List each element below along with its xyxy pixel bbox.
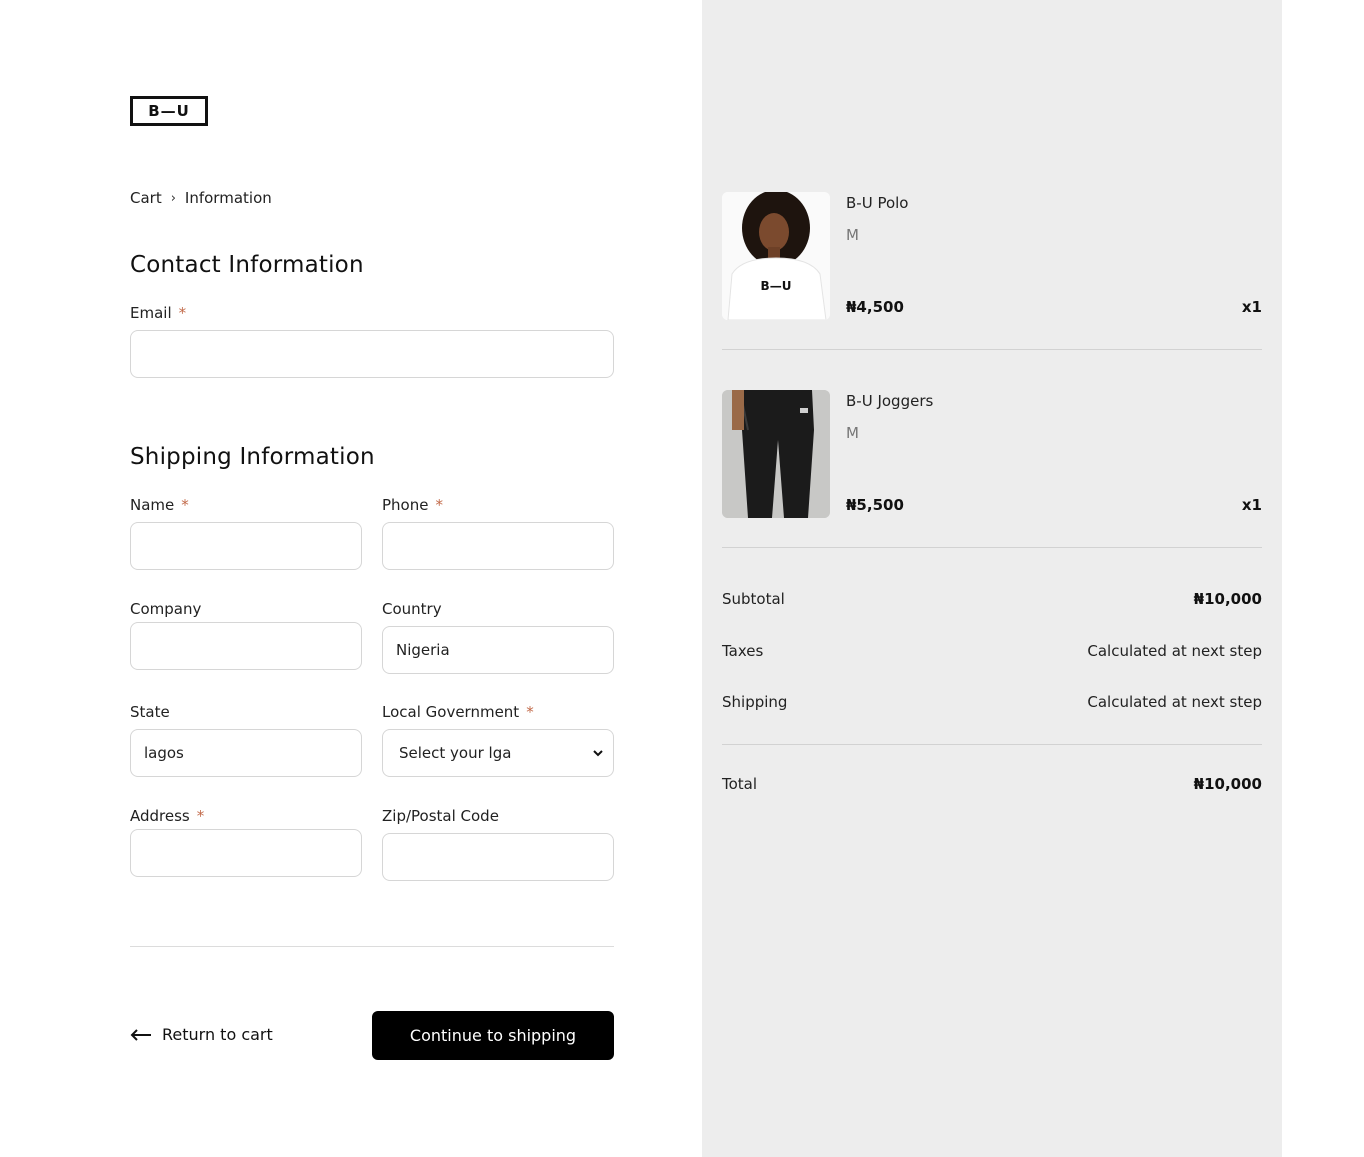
cart-item-qty: x1: [1241, 496, 1262, 514]
shipping-value: Calculated at next step: [1087, 693, 1262, 711]
checkout-form-panel: B—U Cart › Information Contact Informati…: [0, 0, 702, 1157]
name-field[interactable]: [130, 522, 362, 570]
company-label: Company: [130, 600, 202, 618]
country-value: Nigeria: [396, 641, 450, 659]
email-label: Email *: [130, 304, 187, 322]
page-margin: [1282, 0, 1364, 1157]
required-mark: *: [435, 496, 443, 514]
chevron-right-icon: ›: [170, 190, 176, 206]
taxes-label: Taxes: [722, 642, 764, 660]
subtotal-label: Subtotal: [722, 590, 785, 608]
cart-item-name: B-U Joggers: [846, 392, 934, 410]
cart-item-price: ₦4,500: [846, 298, 904, 316]
lga-select[interactable]: Select your lga: [382, 729, 614, 777]
brand-logo[interactable]: B—U: [130, 96, 208, 126]
total-label: Total: [722, 775, 758, 793]
phone-field[interactable]: [382, 522, 614, 570]
zip-field[interactable]: [382, 833, 614, 881]
breadcrumb-information: Information: [184, 189, 272, 207]
summary-divider: [722, 744, 1262, 745]
state-field[interactable]: lagos: [130, 729, 362, 777]
address-label: Address *: [130, 807, 205, 825]
address-field[interactable]: [130, 829, 362, 877]
state-label: State: [130, 703, 170, 721]
subtotal-value: ₦10,000: [1193, 590, 1262, 608]
country-label: Country: [382, 600, 442, 618]
product-image-joggers: [722, 390, 830, 518]
shipping-heading: Shipping Information: [130, 444, 375, 470]
required-mark: *: [526, 703, 534, 721]
required-mark: *: [178, 304, 187, 322]
order-summary-panel: [702, 0, 1282, 1157]
country-field[interactable]: Nigeria: [382, 626, 614, 674]
product-image-polo: B—U: [722, 192, 830, 320]
required-mark: *: [181, 496, 189, 514]
total-value: ₦10,000: [1193, 775, 1262, 793]
required-mark: *: [196, 807, 205, 825]
cart-item-variant: M: [846, 226, 859, 244]
company-field[interactable]: [130, 622, 362, 670]
logo-text: B—U: [148, 102, 190, 120]
cart-item-name: B-U Polo: [846, 194, 909, 212]
name-label: Name *: [130, 496, 189, 514]
return-to-cart-link[interactable]: Return to cart: [130, 1025, 273, 1044]
arrow-left-icon: [130, 1028, 151, 1041]
breadcrumb-cart[interactable]: Cart: [130, 189, 162, 207]
cart-item-variant: M: [846, 424, 859, 442]
lga-selected-value: Select your lga: [399, 744, 512, 762]
form-divider: [130, 946, 614, 947]
continue-to-shipping-button[interactable]: Continue to shipping: [372, 1011, 614, 1060]
breadcrumb: Cart › Information: [130, 189, 272, 207]
email-field[interactable]: [130, 330, 614, 378]
lga-label: Local Government *: [382, 703, 534, 721]
zip-label: Zip/Postal Code: [382, 807, 499, 825]
svg-text:B—U: B—U: [761, 279, 792, 293]
taxes-value: Calculated at next step: [1087, 642, 1262, 660]
phone-label: Phone *: [382, 496, 443, 514]
contact-heading: Contact Information: [130, 252, 364, 278]
return-label: Return to cart: [162, 1025, 273, 1044]
cart-item-qty: x1: [1241, 298, 1262, 316]
cart-item-price: ₦5,500: [846, 496, 904, 514]
state-value: lagos: [144, 744, 184, 762]
item-divider: [722, 349, 1262, 350]
chevron-down-icon: [593, 750, 603, 757]
item-divider: [722, 547, 1262, 548]
shipping-label: Shipping: [722, 693, 788, 711]
